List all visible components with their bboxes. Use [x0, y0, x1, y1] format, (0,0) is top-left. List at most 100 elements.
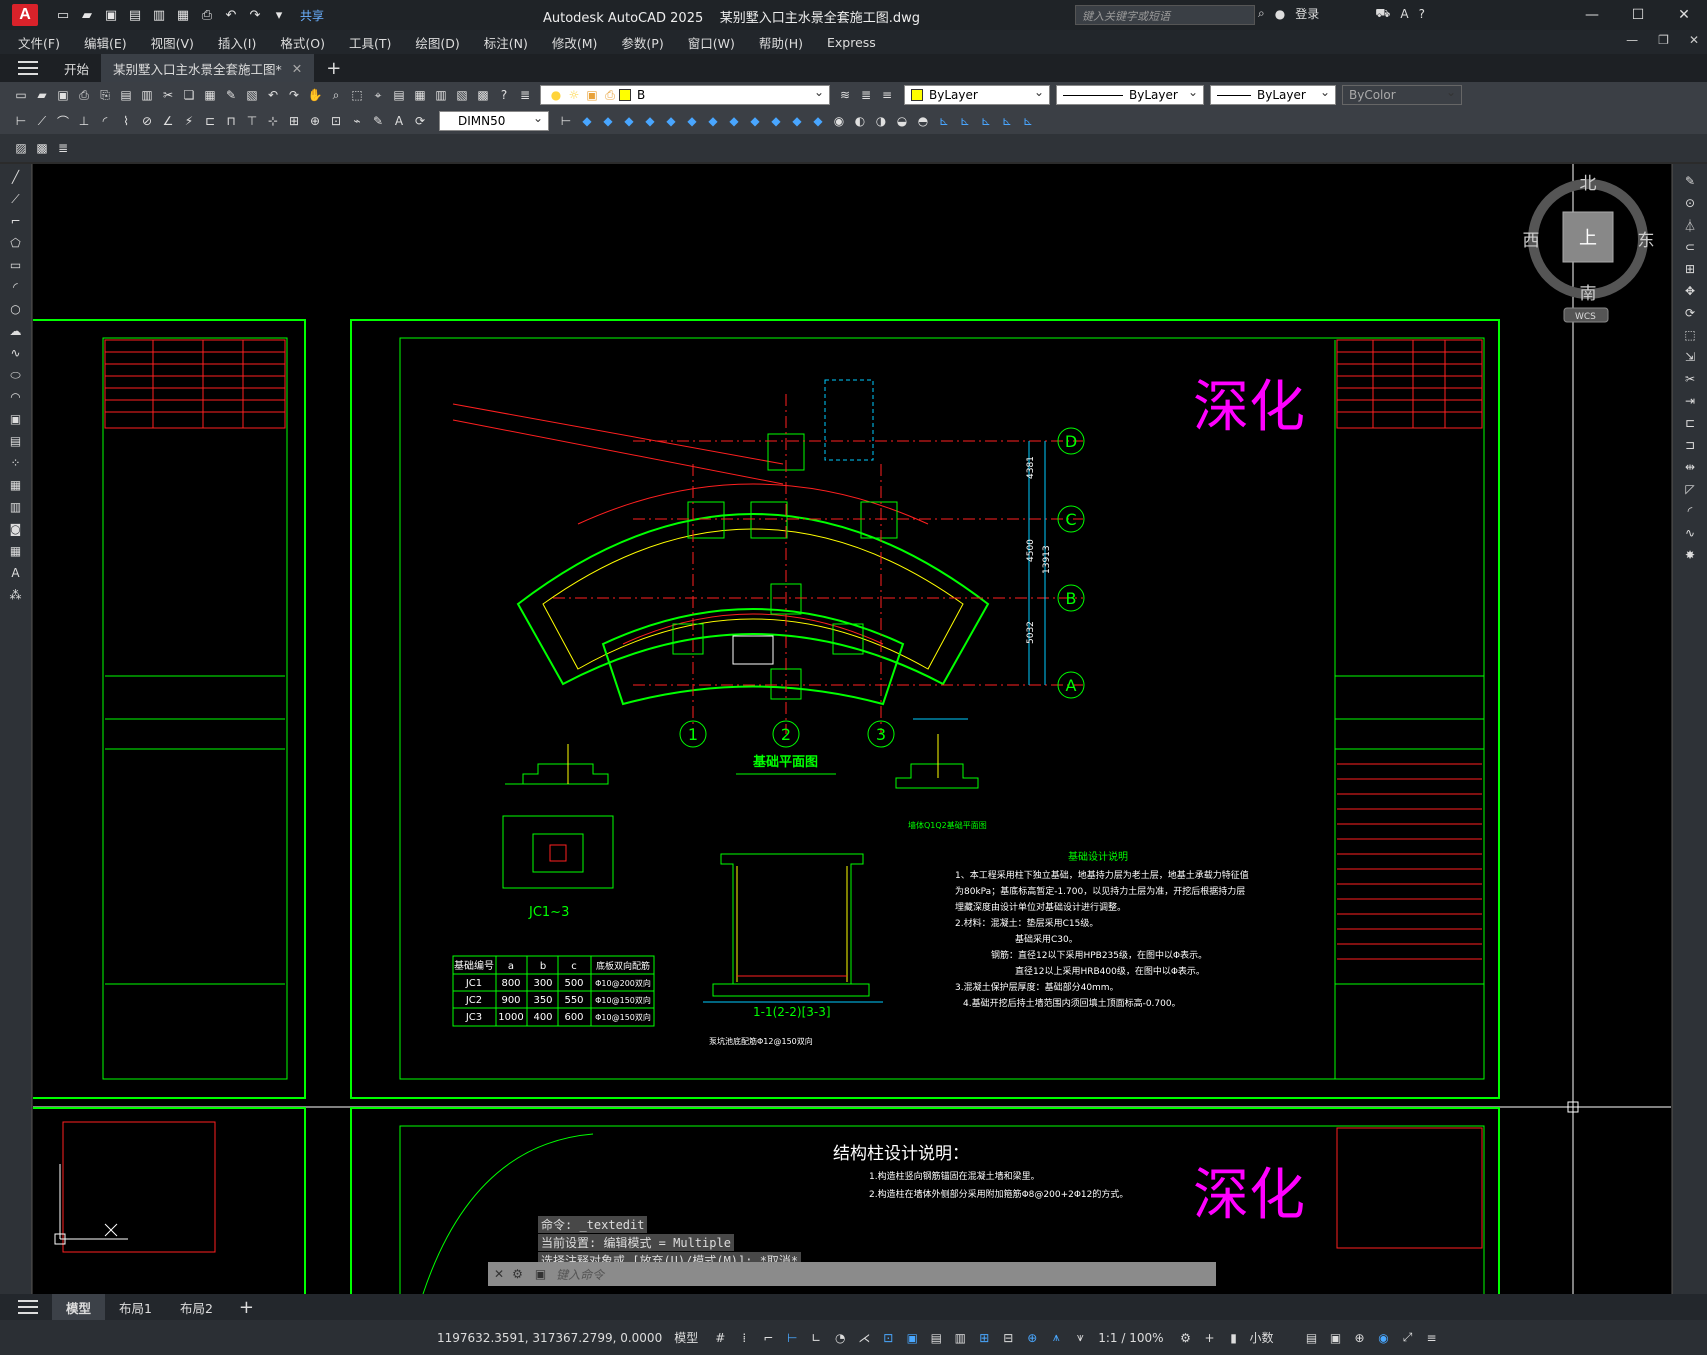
scale-icon[interactable]: ⬚: [1681, 326, 1699, 344]
tab-start[interactable]: 开始: [52, 54, 101, 82]
ucs-world-icon[interactable]: ⊾: [956, 112, 974, 130]
transparency-icon[interactable]: ▥: [952, 1330, 968, 1346]
tolerance-icon[interactable]: ⊞: [285, 112, 303, 130]
materials-icon[interactable]: ◒: [893, 112, 911, 130]
match-props-icon[interactable]: ✎: [222, 86, 240, 104]
make-current-layer-icon[interactable]: ≋: [836, 86, 854, 104]
aligned-dim-icon[interactable]: ⟋: [33, 112, 51, 130]
angular-dim-icon[interactable]: ∠: [159, 112, 177, 130]
ellipse-arc-icon[interactable]: ◠: [7, 388, 25, 406]
continue-dim-icon[interactable]: ⊓: [222, 112, 240, 130]
isodraft-icon[interactable]: ⋌: [856, 1330, 872, 1346]
view-left-icon[interactable]: ◆: [641, 112, 659, 130]
customize-dropdown-icon[interactable]: ▾: [270, 6, 288, 24]
dimstyle-manager-icon[interactable]: ⊢: [557, 112, 575, 130]
dynamic-input-icon[interactable]: ⊢: [784, 1330, 800, 1346]
new-icon[interactable]: ▭: [12, 86, 30, 104]
add-layout-icon[interactable]: +: [239, 1297, 254, 1318]
insert-block-icon[interactable]: ▣: [7, 410, 25, 428]
stretch-icon[interactable]: ⇲: [1681, 348, 1699, 366]
revision-cloud-icon[interactable]: ☁: [7, 322, 25, 340]
calculator-icon[interactable]: ▩: [474, 86, 492, 104]
viewcube-east[interactable]: 东: [1638, 231, 1655, 251]
dimstyle-dropdown[interactable]: DIMN50: [439, 111, 549, 131]
maximize-icon[interactable]: ☐: [1615, 0, 1661, 30]
menu-draw[interactable]: 绘图(D): [415, 33, 459, 52]
ucs-icon[interactable]: ⊾: [935, 112, 953, 130]
isolate-objects-icon[interactable]: ⊕: [1352, 1330, 1368, 1346]
plotstyle-dropdown[interactable]: ByColor: [1342, 85, 1462, 105]
redo-icon[interactable]: ↷: [285, 86, 303, 104]
menu-edit[interactable]: 编辑(E): [84, 33, 127, 52]
lineweight-dropdown[interactable]: ByLayer: [1210, 85, 1336, 105]
arc-icon[interactable]: ◜: [7, 278, 25, 296]
make-block-icon[interactable]: ▤: [7, 432, 25, 450]
redo-icon[interactable]: ↷: [246, 6, 264, 24]
offset-icon[interactable]: ⊂: [1681, 238, 1699, 256]
annotation-monitor-icon[interactable]: +: [1202, 1330, 1218, 1346]
new-file-icon[interactable]: ▭: [54, 6, 72, 24]
viewcube-west[interactable]: 西: [1523, 231, 1540, 251]
view-back-icon[interactable]: ◆: [620, 112, 638, 130]
menu-express[interactable]: Express: [827, 35, 876, 50]
annotation-scale[interactable]: 1:1 / 100%: [1098, 1331, 1163, 1345]
extend-icon[interactable]: ⇥: [1681, 392, 1699, 410]
export-icon[interactable]: ▦: [174, 6, 192, 24]
baseline-dim-icon[interactable]: ⊏: [201, 112, 219, 130]
polar-icon[interactable]: ◔: [832, 1330, 848, 1346]
point-icon[interactable]: ⁘: [7, 454, 25, 472]
iso-nw-icon[interactable]: ◆: [788, 112, 806, 130]
zoom-previous-icon[interactable]: ⌖: [369, 86, 387, 104]
3d-orbit-icon[interactable]: ◆: [578, 112, 596, 130]
cut-icon[interactable]: ✂: [159, 86, 177, 104]
linear-dim-icon[interactable]: ⊢: [12, 112, 30, 130]
grid-icon[interactable]: #: [712, 1330, 728, 1346]
dim-edit-icon[interactable]: ✎: [369, 112, 387, 130]
object-snap-tracking-icon[interactable]: ⊡: [880, 1330, 896, 1346]
selection-cycling-icon[interactable]: ⊞: [976, 1330, 992, 1346]
layout-tab-model[interactable]: 模型: [52, 1294, 106, 1320]
region-icon[interactable]: ◙: [7, 520, 25, 538]
blend-icon[interactable]: ∿: [1681, 524, 1699, 542]
layer-previous-icon[interactable]: ≣: [857, 86, 875, 104]
menu-format[interactable]: 格式(O): [280, 33, 325, 52]
annotation-visibility-icon[interactable]: ⩚: [1048, 1330, 1064, 1346]
diameter-dim-icon[interactable]: ⊘: [138, 112, 156, 130]
render-icon[interactable]: ◑: [872, 112, 890, 130]
arc-length-icon[interactable]: ⌒: [54, 112, 72, 130]
save-icon[interactable]: ▣: [102, 6, 120, 24]
dim-text-edit-icon[interactable]: A: [390, 112, 408, 130]
ucs-previous-icon[interactable]: ⊾: [977, 112, 995, 130]
quick-dim-icon[interactable]: ⚡: [180, 112, 198, 130]
menu-view[interactable]: 视图(V): [151, 33, 194, 52]
menu-file[interactable]: 文件(F): [18, 33, 60, 52]
cart-icon[interactable]: ⛟: [1375, 6, 1390, 22]
polygon-icon[interactable]: ⬠: [7, 234, 25, 252]
share-button[interactable]: 共享: [300, 7, 324, 24]
erase-icon[interactable]: ✎: [1681, 172, 1699, 190]
circle-icon[interactable]: ○: [7, 300, 25, 318]
plot-icon[interactable]: ⎙: [75, 86, 93, 104]
save-as-icon[interactable]: ▤: [126, 6, 144, 24]
line-icon[interactable]: ╱: [7, 168, 25, 186]
sheet-set-icon[interactable]: ▧: [453, 86, 471, 104]
pan-icon[interactable]: ✋: [306, 86, 324, 104]
open-icon[interactable]: ▰: [33, 86, 51, 104]
ortho-icon[interactable]: ∟: [808, 1330, 824, 1346]
search-icon[interactable]: ⌕: [1258, 6, 1265, 21]
jogged-linear-icon[interactable]: ⌁: [348, 112, 366, 130]
auto-scale-icon[interactable]: ⩛: [1072, 1330, 1088, 1346]
construction-line-icon[interactable]: ⟋: [7, 190, 25, 208]
dim-break-icon[interactable]: ⊹: [264, 112, 282, 130]
layout-tab-1[interactable]: 布局1: [105, 1294, 166, 1320]
copy-object-icon[interactable]: ⊙: [1681, 194, 1699, 212]
viewcube-north[interactable]: 北: [1580, 174, 1597, 194]
paste-icon[interactable]: ▦: [201, 86, 219, 104]
menu-window[interactable]: 窗口(W): [688, 33, 735, 52]
view-right-icon[interactable]: ◆: [662, 112, 680, 130]
plot-preview-icon[interactable]: ⎘: [96, 86, 114, 104]
object-snap-icon[interactable]: ▣: [904, 1330, 920, 1346]
tool-palettes-icon[interactable]: ▥: [432, 86, 450, 104]
spline-icon[interactable]: ∿: [7, 344, 25, 362]
command-input[interactable]: 键入命令: [556, 1266, 604, 1283]
